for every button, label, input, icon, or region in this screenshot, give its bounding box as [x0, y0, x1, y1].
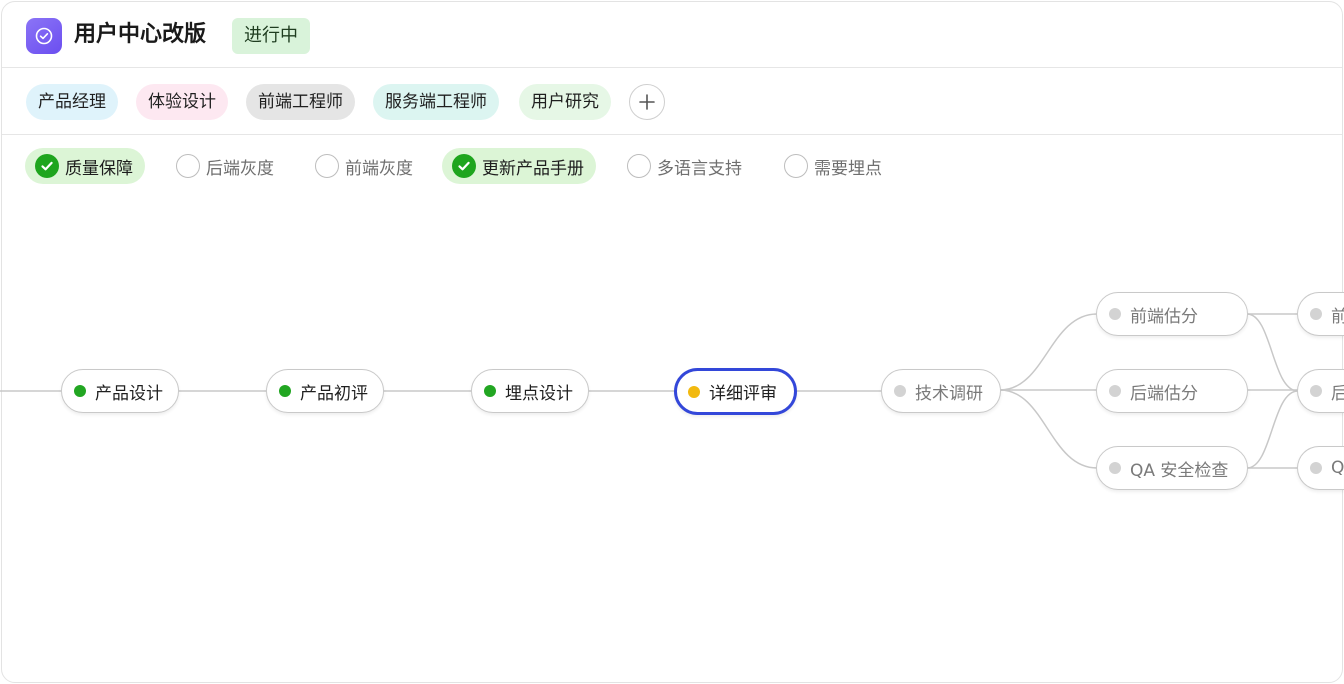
- status-dot: [484, 385, 496, 397]
- checklist-label: 需要埋点: [814, 158, 882, 179]
- project-card: 用户中心改版 进行中 产品经理 体验设计 前端工程师 服务端工程师 用户研究: [1, 1, 1343, 683]
- status-dot: [74, 385, 86, 397]
- status-dot: [688, 385, 700, 398]
- node-label: 后端估分: [1130, 383, 1198, 404]
- node-label: 后: [1331, 379, 1344, 404]
- unchecked-icon: [315, 154, 339, 178]
- status-dot: [1310, 385, 1322, 397]
- workflow-node-detailed-review[interactable]: 详细评审: [674, 368, 797, 415]
- node-label: 产品设计: [95, 383, 163, 404]
- node-label: 产品初评: [300, 383, 368, 404]
- role-tag-ux-design[interactable]: 体验设计: [136, 84, 228, 120]
- node-label: 技术调研: [915, 383, 983, 404]
- page-title: 用户中心改版: [74, 22, 207, 47]
- add-role-button[interactable]: [629, 84, 665, 120]
- workflow-node-tech-research[interactable]: 技术调研: [881, 369, 1001, 413]
- checklist-label: 多语言支持: [657, 158, 742, 179]
- checklist-item-tracking[interactable]: 需要埋点: [774, 148, 894, 184]
- plus-icon: [639, 94, 655, 110]
- role-tag-user-research[interactable]: 用户研究: [519, 84, 611, 120]
- workflow-node-product-review[interactable]: 产品初评: [266, 369, 384, 413]
- node-label: 埋点设计: [505, 383, 573, 404]
- checklist-item-multilanguage[interactable]: 多语言支持: [617, 148, 754, 184]
- unchecked-icon: [627, 154, 651, 178]
- workflow-node-qa-security-check[interactable]: QA 安全检查: [1096, 446, 1248, 490]
- node-label: 前端估分: [1130, 306, 1198, 327]
- workflow-node-backend-estimate[interactable]: 后端估分: [1096, 369, 1248, 413]
- checked-icon: [35, 154, 59, 178]
- unchecked-icon: [176, 154, 200, 178]
- role-tag-backend-engineer[interactable]: 服务端工程师: [373, 84, 499, 120]
- workflow-node-next-qa[interactable]: Q: [1297, 446, 1344, 490]
- checklist-label: 前端灰度: [345, 158, 413, 179]
- role-tag-product-manager[interactable]: 产品经理: [26, 84, 118, 120]
- checklist-label: 后端灰度: [206, 158, 274, 179]
- checklist-label: 更新产品手册: [482, 158, 584, 179]
- checked-icon: [452, 154, 476, 178]
- workflow-node-next-backend[interactable]: 后: [1297, 369, 1344, 413]
- checklist-item-update-manual[interactable]: 更新产品手册: [442, 148, 596, 184]
- workflow-node-next-frontend[interactable]: 前: [1297, 292, 1344, 336]
- status-dot: [1109, 308, 1121, 320]
- node-label: 详细评审: [709, 384, 777, 404]
- status-dot: [894, 385, 906, 397]
- status-badge[interactable]: 进行中: [232, 18, 310, 54]
- status-dot: [279, 385, 291, 397]
- node-label: QA 安全检查: [1130, 460, 1229, 481]
- status-dot: [1310, 308, 1322, 320]
- checklist-bar: 质量保障 后端灰度 前端灰度 更新产品手册 多语言支持 需要埋点: [0, 146, 1344, 186]
- checklist-label: 质量保障: [65, 158, 133, 179]
- node-label: Q: [1331, 458, 1344, 478]
- checklist-item-quality-assurance[interactable]: 质量保障: [25, 148, 145, 184]
- checklist-item-frontend-gray[interactable]: 前端灰度: [305, 148, 425, 184]
- workflow-node-product-design[interactable]: 产品设计: [61, 369, 179, 413]
- role-tag-frontend-engineer[interactable]: 前端工程师: [246, 84, 355, 120]
- status-dot: [1109, 385, 1121, 397]
- workflow-node-frontend-estimate[interactable]: 前端估分: [1096, 292, 1248, 336]
- status-dot: [1310, 462, 1322, 474]
- project-header: 用户中心改版 进行中: [2, 2, 1342, 68]
- role-tags-bar: 产品经理 体验设计 前端工程师 服务端工程师 用户研究: [2, 68, 1342, 135]
- node-label: 前: [1331, 302, 1344, 327]
- status-dot: [1109, 462, 1121, 474]
- checklist-item-backend-gray[interactable]: 后端灰度: [166, 148, 286, 184]
- workflow-node-tracking-design[interactable]: 埋点设计: [471, 369, 589, 413]
- unchecked-icon: [784, 154, 808, 178]
- check-circle-icon: [26, 18, 62, 54]
